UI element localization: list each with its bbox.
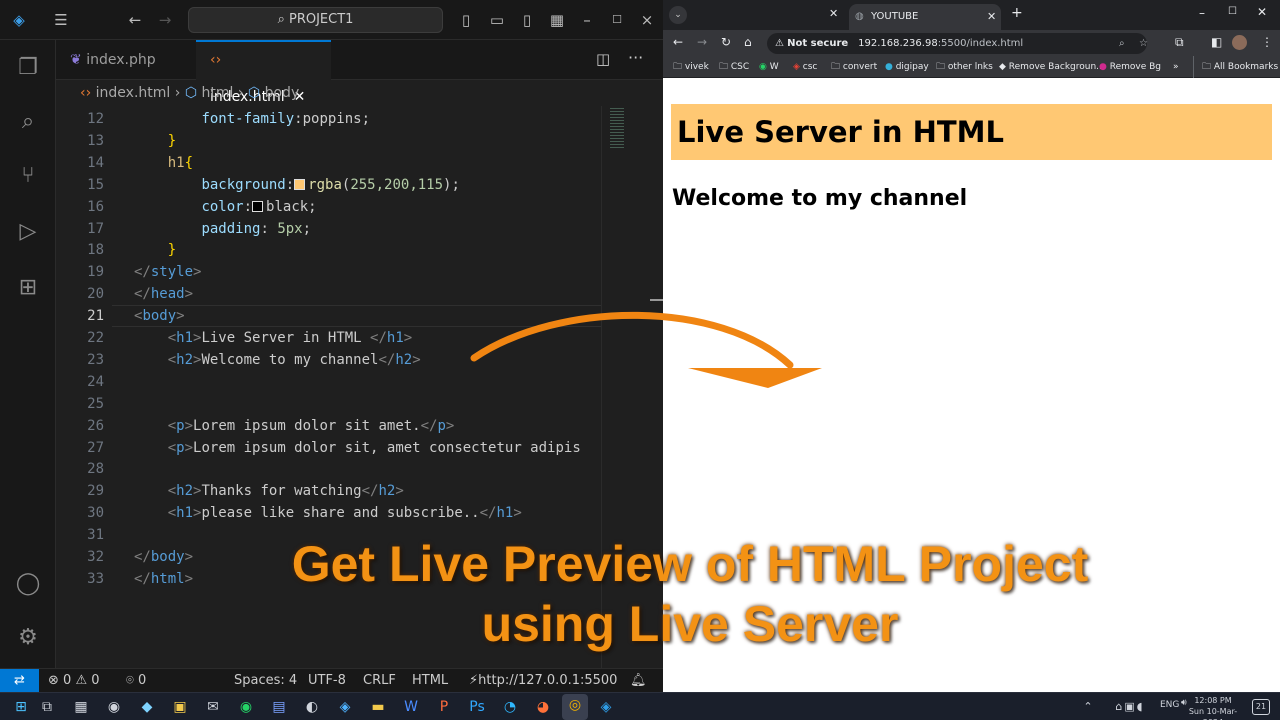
word-icon[interactable]: W (400, 696, 422, 718)
app-icon[interactable]: ◆ (136, 696, 158, 718)
firefox-icon[interactable]: ◕ (532, 696, 554, 718)
mail-icon[interactable]: ✉ (202, 696, 224, 718)
windows-taskbar: ⊞ ⧉ ▦ ◉ ◆ ▣ ✉ ◉ ▤ ◐ ◈ ▬ W P Ps ◔ ◕ ◎ ◈ ⌃… (0, 692, 1280, 720)
store-icon[interactable]: ▣ (169, 696, 191, 718)
whatsapp-icon[interactable]: ◉ (235, 696, 257, 718)
clock[interactable]: 12:08 PM Sun 10-Mar-2024 (1183, 695, 1243, 720)
file-explorer-icon[interactable]: ▬ (367, 696, 389, 718)
language-indicator[interactable]: ENG (1160, 700, 1179, 710)
app-icon[interactable]: ▤ (268, 696, 290, 718)
photoshop-icon[interactable]: Ps (466, 696, 488, 718)
tray-overflow-icon[interactable]: ⌃ (1077, 696, 1099, 718)
notification-badge[interactable]: 21 (1252, 699, 1270, 715)
calculator-icon[interactable]: ▦ (70, 696, 92, 718)
start-icon[interactable]: ⊞ (10, 696, 32, 718)
vscode-icon[interactable]: ◈ (595, 696, 617, 718)
app-icon[interactable]: ◈ (334, 696, 356, 718)
chrome-icon[interactable]: ◎ (562, 694, 588, 720)
app-icon[interactable]: ◐ (301, 696, 323, 718)
edge-icon[interactable]: ◔ (499, 696, 521, 718)
media-player-icon[interactable]: ◉ (103, 696, 125, 718)
clock-time: 12:08 PM (1194, 696, 1232, 705)
tray-icons[interactable]: ⌂▣◖ (1100, 696, 1160, 718)
clock-date: Sun 10-Mar-2024 (1188, 707, 1238, 720)
powerpoint-icon[interactable]: P (433, 696, 455, 718)
task-view-icon[interactable]: ⧉ (36, 696, 58, 718)
overlay-title-line-1: Get Live Preview of HTML Project (291, 536, 1089, 592)
overlay-title-line-2: using Live Server (481, 596, 899, 652)
